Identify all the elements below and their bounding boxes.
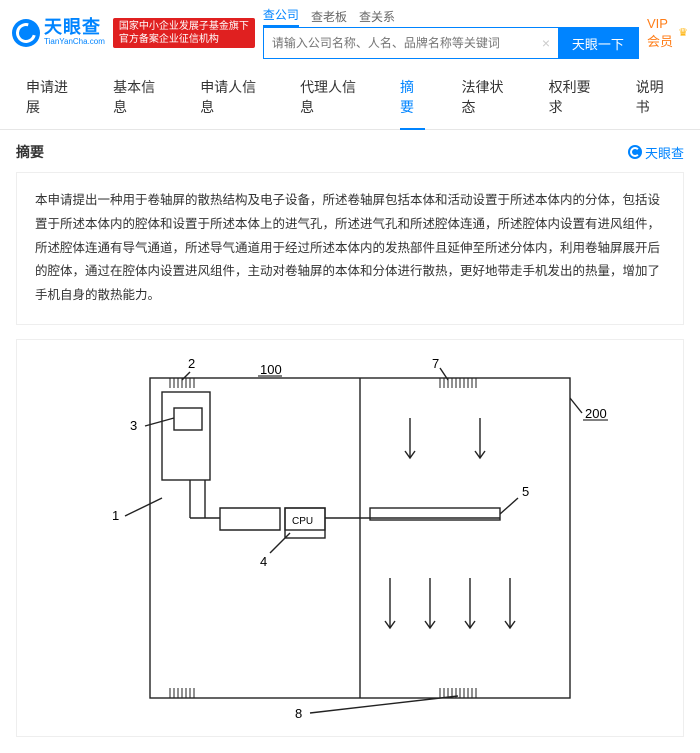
tab-legal-status[interactable]: 法律状态 [443, 65, 530, 129]
search-button[interactable]: 天眼一下 [558, 28, 638, 58]
svg-text:4: 4 [260, 554, 267, 569]
svg-text:100: 100 [260, 362, 282, 377]
logo-title: 天眼查 [44, 18, 105, 38]
svg-text:8: 8 [295, 706, 302, 718]
tab-abstract[interactable]: 摘要 [382, 65, 444, 129]
search-tab-company[interactable]: 查公司 [263, 6, 299, 27]
watermark-eye-icon [628, 145, 642, 159]
patent-figure: 2 3 1 4 5 7 8 100 200 CPU [16, 339, 684, 737]
close-icon[interactable]: × [534, 28, 558, 58]
section-title: 摘要 [16, 142, 44, 162]
svg-text:5: 5 [522, 484, 529, 499]
watermark-brand: 天眼查 [628, 143, 684, 162]
tab-applicant[interactable]: 申请人信息 [182, 65, 282, 129]
crown-icon: ♛ [678, 26, 688, 39]
search-tab-boss[interactable]: 查老板 [311, 8, 347, 27]
site-logo[interactable]: 天眼查 TianYanCha.com [12, 18, 105, 47]
svg-text:CPU: CPU [292, 516, 313, 527]
tab-nav: 申请进展 基本信息 申请人信息 代理人信息 摘要 法律状态 权利要求 说明书 [0, 65, 700, 130]
tab-progress[interactable]: 申请进展 [8, 65, 95, 129]
svg-text:2: 2 [188, 358, 195, 371]
search-input[interactable] [264, 28, 534, 58]
tab-basic-info[interactable]: 基本信息 [95, 65, 182, 129]
tab-agent[interactable]: 代理人信息 [282, 65, 382, 129]
logo-subtitle: TianYanCha.com [44, 38, 105, 47]
tab-claims[interactable]: 权利要求 [531, 65, 618, 129]
abstract-text: 本申请提出一种用于卷轴屏的散热结构及电子设备，所述卷轴屏包括本体和活动设置于所述… [16, 172, 684, 325]
logo-eye-icon [12, 19, 40, 47]
search-box: × 天眼一下 [263, 27, 639, 59]
svg-text:200: 200 [585, 406, 607, 421]
svg-text:7: 7 [432, 358, 439, 371]
search-tab-relation[interactable]: 查关系 [359, 8, 395, 27]
svg-text:1: 1 [112, 508, 119, 523]
tab-description[interactable]: 说明书 [618, 65, 692, 129]
svg-text:3: 3 [130, 418, 137, 433]
official-badge: 国家中小企业发展子基金旗下 官方备案企业征信机构 [113, 18, 255, 48]
vip-link[interactable]: VIP会员♛ [647, 16, 688, 50]
